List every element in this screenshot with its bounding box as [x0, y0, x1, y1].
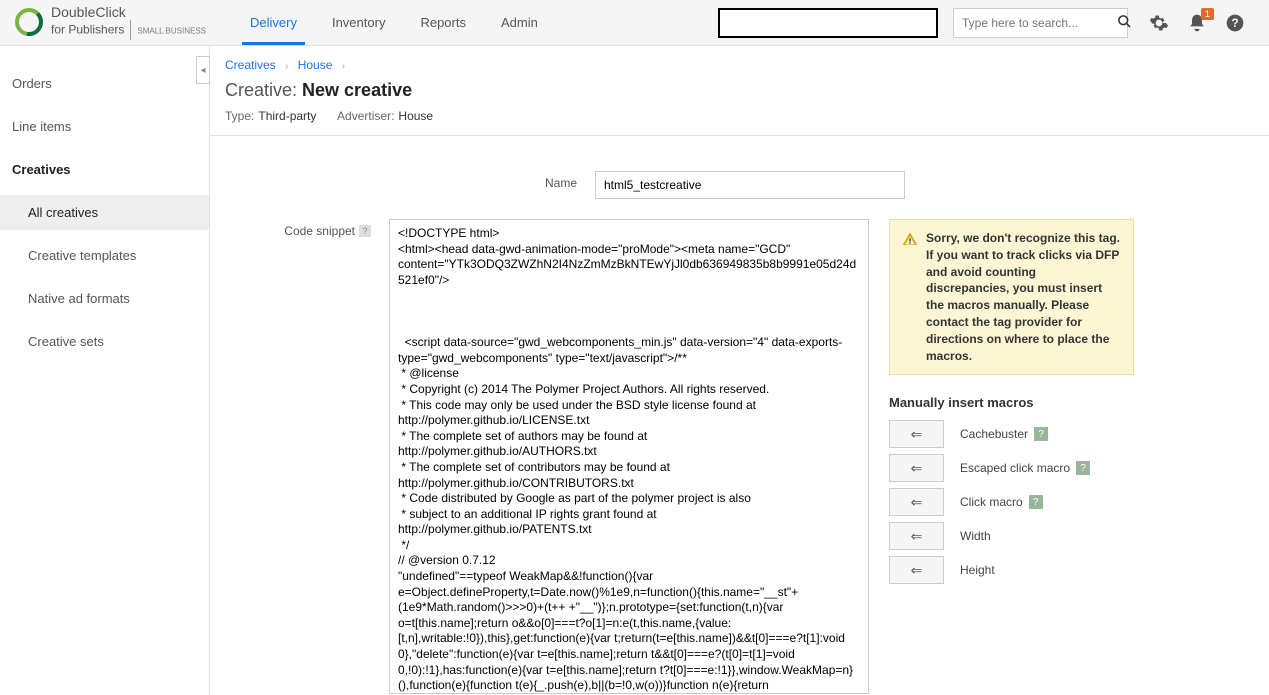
- bell-icon[interactable]: 1: [1186, 12, 1208, 34]
- creative-type: Third-party: [258, 109, 316, 123]
- code-snippet-label: Code snippet ?: [210, 219, 389, 238]
- notif-badge: 1: [1201, 8, 1214, 20]
- macro-label: Escaped click macro?: [960, 461, 1090, 475]
- sidebar-sub-creative-sets[interactable]: Creative sets: [0, 324, 209, 359]
- nav-tab-admin[interactable]: Admin: [501, 1, 538, 44]
- chevron-right-icon: ›: [342, 61, 345, 72]
- breadcrumb: Creatives › House ›: [210, 58, 1269, 72]
- page-title: Creative: New creative: [210, 80, 1269, 101]
- sidebar-item-line-items[interactable]: Line items: [0, 109, 209, 144]
- warning-icon: [902, 231, 918, 247]
- sidebar-sub-creative-templates[interactable]: Creative templates: [0, 238, 209, 273]
- logo-text: DoubleClick for PublishersSMALL BUSINESS: [51, 5, 206, 40]
- warning-box: Sorry, we don't recognize this tag. If y…: [889, 219, 1134, 375]
- dfp-logo-icon: [15, 8, 43, 36]
- meta-row: Type:Third-party Advertiser:House: [210, 109, 1269, 136]
- macro-label: Height: [960, 563, 995, 577]
- help-icon[interactable]: ?: [1029, 495, 1043, 509]
- highlighted-box[interactable]: [718, 8, 938, 38]
- search-box[interactable]: [953, 8, 1128, 38]
- search-input[interactable]: [962, 16, 1117, 30]
- sidebar-sub-native-ad-formats[interactable]: Native ad formats: [0, 281, 209, 316]
- insert-arrow-icon[interactable]: ⇐: [889, 454, 944, 482]
- sidebar-item-creatives[interactable]: Creatives: [0, 152, 209, 187]
- svg-text:?: ?: [1231, 17, 1238, 30]
- code-snippet-textarea[interactable]: [389, 219, 869, 694]
- nav-tab-reports[interactable]: Reports: [420, 1, 466, 44]
- help-icon[interactable]: ?: [1224, 12, 1246, 34]
- macro-label: Width: [960, 529, 991, 543]
- help-icon[interactable]: ?: [359, 225, 371, 237]
- macro-label: Click macro?: [960, 495, 1043, 509]
- macro-insert-height[interactable]: ⇐ Height: [889, 556, 1134, 584]
- insert-arrow-icon[interactable]: ⇐: [889, 488, 944, 516]
- name-label: Name: [210, 171, 595, 190]
- macro-insert-click-macro[interactable]: ⇐ Click macro?: [889, 488, 1134, 516]
- macro-label: Cachebuster?: [960, 427, 1048, 441]
- insert-arrow-icon[interactable]: ⇐: [889, 420, 944, 448]
- breadcrumb-house[interactable]: House: [298, 58, 333, 72]
- nav-tabs: Delivery Inventory Reports Admin: [250, 1, 538, 44]
- macro-insert-cachebuster[interactable]: ⇐ Cachebuster?: [889, 420, 1134, 448]
- nav-tab-inventory[interactable]: Inventory: [332, 1, 385, 44]
- insert-arrow-icon[interactable]: ⇐: [889, 522, 944, 550]
- macro-insert-escaped-click-macro[interactable]: ⇐ Escaped click macro?: [889, 454, 1134, 482]
- sidebar-collapse-icon[interactable]: ◂: [196, 56, 210, 84]
- help-icon[interactable]: ?: [1034, 427, 1048, 441]
- sidebar-item-orders[interactable]: Orders: [0, 66, 209, 101]
- sidebar: ◂ Orders Line items Creatives All creati…: [0, 46, 210, 695]
- warning-text: Sorry, we don't recognize this tag. If y…: [926, 230, 1121, 364]
- main-content: Creatives › House › Creative: New creati…: [210, 46, 1269, 695]
- header-bar: DoubleClick for PublishersSMALL BUSINESS…: [0, 0, 1269, 46]
- macros-title: Manually insert macros: [889, 395, 1134, 410]
- insert-arrow-icon[interactable]: ⇐: [889, 556, 944, 584]
- search-icon[interactable]: [1117, 14, 1132, 32]
- chevron-right-icon: ›: [285, 61, 288, 72]
- breadcrumb-creatives[interactable]: Creatives: [225, 58, 276, 72]
- name-input[interactable]: [595, 171, 905, 199]
- gear-icon[interactable]: [1148, 12, 1170, 34]
- sidebar-sub-all-creatives[interactable]: All creatives: [0, 195, 209, 230]
- macro-insert-width[interactable]: ⇐ Width: [889, 522, 1134, 550]
- nav-tab-delivery[interactable]: Delivery: [250, 1, 297, 44]
- advertiser-name: House: [398, 109, 433, 123]
- logo[interactable]: DoubleClick for PublishersSMALL BUSINESS: [15, 5, 215, 40]
- help-icon[interactable]: ?: [1076, 461, 1090, 475]
